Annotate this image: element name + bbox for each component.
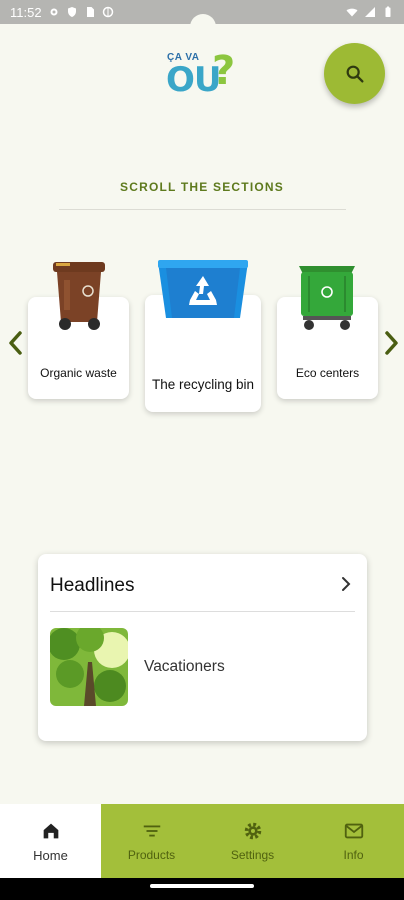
chevron-right-icon[interactable] <box>381 330 401 356</box>
green-container-icon <box>299 266 355 330</box>
camera-notch <box>190 14 216 40</box>
headlines-divider <box>50 611 355 612</box>
filter-icon <box>143 825 160 837</box>
section-card-label: The recycling bin <box>151 377 255 393</box>
nav-item-home[interactable]: Home <box>0 804 101 878</box>
section-card-label: Eco centers <box>295 366 360 380</box>
bottom-navigation: Home Products Settings Info <box>0 804 404 878</box>
search-button[interactable] <box>324 43 385 104</box>
nav-label-products: Products <box>127 848 176 862</box>
app-logo: ÇA VA OU ? <box>164 48 244 100</box>
news-thumbnail[interactable] <box>50 628 128 706</box>
signal-icon <box>365 7 375 17</box>
forest-canopy-image <box>50 628 128 706</box>
nav-label-home: Home <box>33 847 68 863</box>
battery-icon <box>385 6 391 17</box>
status-right <box>346 6 394 18</box>
sim-card-icon <box>86 7 94 17</box>
chevron-left-icon[interactable] <box>6 330 26 356</box>
gear-icon <box>244 822 261 840</box>
system-gesture-area <box>0 878 404 900</box>
status-left: 11:52 <box>10 5 114 20</box>
logo-question-mark: ? <box>212 48 236 94</box>
nav-label-settings: Settings <box>230 848 275 862</box>
blue-recycling-bin-icon <box>158 260 248 318</box>
gear-icon <box>50 8 58 16</box>
nav-item-settings[interactable]: Settings <box>202 804 303 878</box>
headlines-card: Headlines Vacationers <box>38 554 367 741</box>
nav-item-info[interactable]: Info <box>303 804 404 878</box>
gesture-handle[interactable] <box>150 884 254 888</box>
wifi-icon <box>346 8 358 17</box>
status-time: 11:52 <box>10 4 42 20</box>
headlines-title: Headlines <box>50 575 135 596</box>
search-icon <box>346 65 364 83</box>
mail-icon <box>344 823 363 839</box>
nav-label-info: Info <box>343 848 364 862</box>
sections-divider <box>59 209 346 210</box>
vpn-icon <box>102 6 113 18</box>
chevron-right-icon[interactable] <box>340 576 352 592</box>
news-item-title[interactable]: Vacationers <box>144 658 225 676</box>
shield-icon <box>67 7 76 17</box>
section-card-label: Organic waste <box>40 366 117 380</box>
sections-title: SCROLL THE SECTIONS <box>120 180 284 194</box>
home-icon <box>43 823 58 838</box>
nav-item-products[interactable]: Products <box>101 804 202 878</box>
brown-bin-icon <box>53 262 105 330</box>
